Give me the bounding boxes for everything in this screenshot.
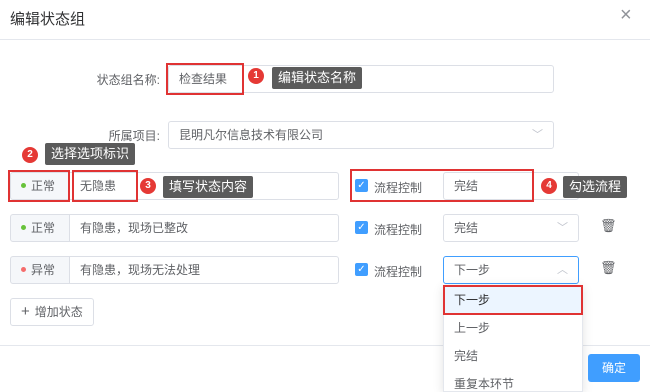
flow-value: 下一步 (454, 263, 491, 277)
dropdown-option-previous[interactable]: 上一步 (444, 314, 582, 342)
status-tag-row-2[interactable]: 正常 (10, 214, 70, 242)
annotation-number-4: 4 (541, 178, 557, 194)
annotation-tip-4: 勾选流程 (563, 176, 628, 198)
flow-label-row-3: 流程控制 (374, 265, 423, 279)
dropdown-option-complete[interactable]: 完结 (444, 342, 582, 370)
status-tag-row-3[interactable]: 异常 (10, 256, 70, 284)
chevron-down-icon: ﹀ (532, 129, 543, 141)
flow-label-row-2: 流程控制 (374, 223, 423, 237)
annotation-number-1: 1 (248, 68, 264, 84)
annotation-box-1 (166, 63, 244, 95)
plus-icon: + (21, 303, 30, 320)
status-dot (21, 225, 26, 231)
content-text: 有隐患，现场已整改 (80, 221, 189, 235)
trash-icon-row-2[interactable]: 🗑 (600, 218, 617, 234)
chevron-down-icon: ﹀ (557, 222, 568, 234)
project-select[interactable]: 昆明凡尔信息技术有限公司 ﹀ (168, 121, 554, 149)
flow-checkbox-row-3[interactable]: ✓ (355, 263, 368, 276)
annotation-number-3: 3 (140, 178, 156, 194)
add-status-button[interactable]: + 增加状态 (10, 298, 94, 326)
annotation-tip-3: 填写状态内容 (163, 176, 254, 198)
trash-icon-row-3[interactable]: 🗑 (600, 260, 617, 276)
annotation-box-2 (8, 170, 70, 202)
annotation-tip-1: 编辑状态名称 (272, 67, 363, 89)
flow-value: 完结 (454, 221, 479, 235)
annotation-box-4 (350, 169, 534, 202)
content-input-row-3[interactable]: 有隐患，现场无法处理 (69, 256, 339, 284)
flow-select-row-3[interactable]: 下一步 ︿ (443, 256, 579, 284)
confirm-button[interactable]: 确定 (588, 354, 640, 382)
dialog-title: 编辑状态组 (10, 11, 86, 28)
flow-select-row-2[interactable]: 完结 ﹀ (443, 214, 579, 242)
status-text: 异常 (31, 263, 56, 277)
content-text: 有隐患，现场无法处理 (80, 263, 201, 277)
status-dot (21, 267, 26, 273)
add-status-label: 增加状态 (34, 305, 83, 319)
chevron-up-icon: ︿ (557, 264, 568, 276)
group-name-label: 状态组名称: (96, 73, 160, 87)
annotation-tip-2: 选择选项标识 (45, 143, 136, 165)
header-divider (0, 39, 650, 40)
dropdown-option-repeat[interactable]: 重复本环节 (444, 370, 582, 392)
status-text: 正常 (31, 221, 56, 235)
close-icon[interactable]: × (620, 4, 632, 27)
annotation-box-dropdown (443, 285, 583, 315)
project-value: 昆明凡尔信息技术有限公司 (179, 128, 324, 142)
annotation-number-2: 2 (22, 147, 38, 163)
project-label: 所属项目: (108, 129, 160, 143)
content-input-row-2[interactable]: 有隐患，现场已整改 (69, 214, 339, 242)
annotation-box-3 (72, 170, 138, 202)
flow-checkbox-row-2[interactable]: ✓ (355, 221, 368, 234)
